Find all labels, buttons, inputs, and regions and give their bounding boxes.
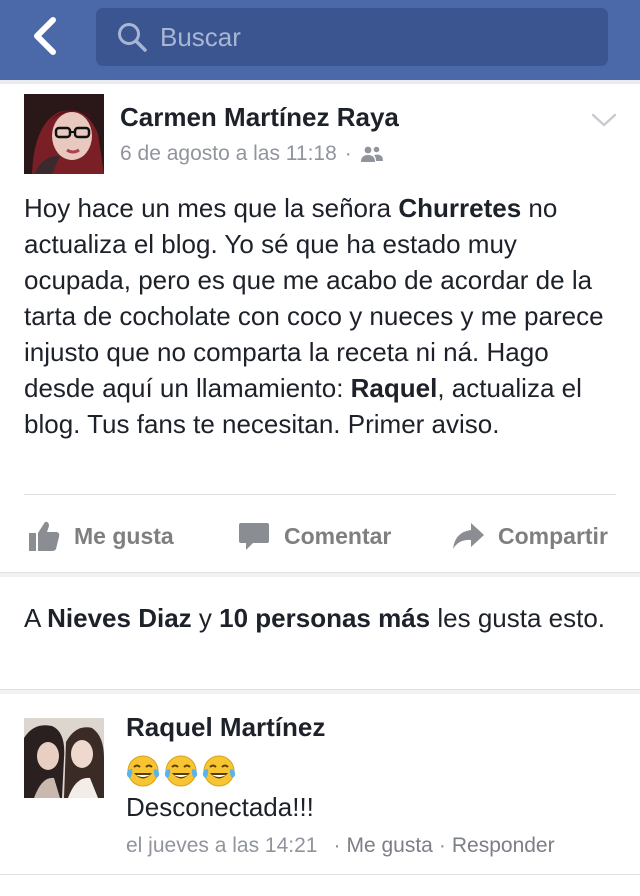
thumbs-up-icon <box>26 518 62 554</box>
section-divider <box>0 689 640 694</box>
liker-name[interactable]: Nieves Diaz <box>47 603 192 633</box>
comment-text: Desconectada!!! <box>126 792 314 822</box>
mention-churretes: Churretes <box>398 193 522 223</box>
divider <box>24 494 616 495</box>
like-button[interactable]: Me gusta <box>26 508 174 564</box>
action-bar: Me gusta Comentar Compartir <box>0 508 640 564</box>
search-placeholder: Buscar <box>160 21 241 52</box>
comment-author[interactable]: Raquel Martínez <box>126 712 325 743</box>
face-with-tears-of-joy-icon <box>202 755 236 787</box>
post-text: Hoy hace un mes que la señora Churretes … <box>24 190 624 442</box>
comment-avatar[interactable] <box>24 718 104 798</box>
search-input[interactable]: Buscar <box>96 8 608 66</box>
likes-text: les gusta esto. <box>430 603 606 633</box>
post-options-button[interactable] <box>590 110 618 130</box>
comment-timestamp: el jueves a las 14:21 <box>126 834 318 857</box>
divider <box>0 874 640 875</box>
comment-reply-link[interactable]: Responder <box>452 834 555 858</box>
top-bar: Buscar <box>0 0 640 80</box>
likers-others[interactable]: 10 personas más <box>219 603 430 633</box>
comment-icon <box>236 518 272 554</box>
face-with-tears-of-joy-icon <box>164 755 198 787</box>
mention-raquel: Raquel <box>350 373 438 403</box>
comment-like-link[interactable]: Me gusta <box>346 834 432 858</box>
face-with-tears-of-joy-icon <box>126 755 160 787</box>
comment-label: Comentar <box>284 522 392 549</box>
meta-separator: · <box>344 142 352 165</box>
chevron-down-icon <box>591 113 617 127</box>
comment-emojis <box>126 754 236 788</box>
like-label: Me gusta <box>74 522 174 549</box>
share-button[interactable]: Compartir <box>450 508 608 564</box>
post-text-part: Hoy hace un mes que la señora <box>24 193 399 223</box>
comment-meta: el jueves a las 14:21 · Me gusta · Respo… <box>126 834 555 858</box>
likes-text: A <box>24 603 48 633</box>
share-label: Compartir <box>498 522 608 549</box>
section-divider <box>0 572 640 577</box>
post-text-part: no actualiza el blog. Yo sé que ha estad… <box>24 193 604 403</box>
likes-text: y <box>191 603 220 633</box>
post-card: Carmen Martínez Raya 6 de agosto a las 1… <box>0 84 640 896</box>
post-meta: 6 de agosto a las 11:18 · <box>120 142 384 166</box>
meta-separator: · <box>438 834 446 857</box>
avatar[interactable] <box>24 94 104 174</box>
comment-button[interactable]: Comentar <box>236 508 391 564</box>
share-icon <box>450 518 486 554</box>
back-button[interactable] <box>22 14 66 58</box>
meta-separator: · <box>333 834 341 857</box>
likes-summary[interactable]: A Nieves Diaz y 10 personas más les gust… <box>24 602 614 635</box>
chevron-left-icon <box>34 17 56 55</box>
friends-icon[interactable] <box>360 145 384 163</box>
post-author[interactable]: Carmen Martínez Raya <box>120 102 399 133</box>
post-timestamp[interactable]: 6 de agosto a las 11:18 <box>120 142 337 166</box>
search-icon <box>116 21 148 53</box>
